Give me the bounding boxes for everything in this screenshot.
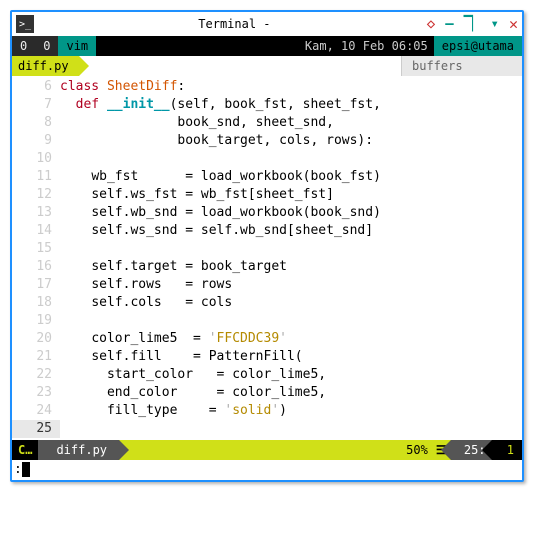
line-number: 7 <box>12 96 60 114</box>
vim-tabbar: diff.py buffers <box>12 56 522 76</box>
line-content <box>60 420 522 438</box>
code-line: 19 <box>12 312 522 330</box>
terminal-window: >_ Terminal - ◇ — ▔▏ ▾ ✕ 0 0 vim Kam, 10… <box>10 10 524 482</box>
line-number: 15 <box>12 240 60 258</box>
code-line: 7 def __init__(self, book_fst, sheet_fst… <box>12 96 522 114</box>
code-line: 9 book_target, cols, rows): <box>12 132 522 150</box>
tab-buffers[interactable]: buffers <box>401 56 522 76</box>
command-prompt: : <box>14 462 22 477</box>
code-line: 8 book_snd, sheet_snd, <box>12 114 522 132</box>
line-number: 19 <box>12 312 60 330</box>
status-date: Kam, 10 Feb 06:05 <box>96 36 434 56</box>
line-content <box>60 312 522 330</box>
line-content: book_target, cols, rows): <box>60 132 522 150</box>
window-title: Terminal - <box>42 17 427 31</box>
line-number: 25 <box>12 420 60 438</box>
code-line: 18 self.cols = cols <box>12 294 522 312</box>
line-number: 11 <box>12 168 60 186</box>
status-user: epsi@utama <box>434 36 522 56</box>
code-line: 14 self.ws_snd = self.wb_snd[sheet_snd] <box>12 222 522 240</box>
code-line: 11 wb_fst = load_workbook(book_fst) <box>12 168 522 186</box>
code-line: 17 self.rows = rows <box>12 276 522 294</box>
line-number: 20 <box>12 330 60 348</box>
code-line: 16 self.target = book_target <box>12 258 522 276</box>
code-line: 6class SheetDiff: <box>12 78 522 96</box>
line-number: 12 <box>12 186 60 204</box>
tmux-status-bar: 0 0 vim Kam, 10 Feb 06:05 epsi@utama <box>12 36 522 56</box>
vim-statusline: C… diff.py 50% ☰ 25: 1 <box>12 440 522 460</box>
line-content: self.rows = rows <box>60 276 522 294</box>
close-icon[interactable]: ✕ <box>509 15 518 33</box>
line-number: 6 <box>12 78 60 96</box>
status-col: 1 <box>492 440 522 460</box>
code-line: 10 <box>12 150 522 168</box>
line-content: start_color = color_lime5, <box>60 366 522 384</box>
line-number: 22 <box>12 366 60 384</box>
code-line: 24 fill_type = 'solid') <box>12 402 522 420</box>
code-area[interactable]: 6class SheetDiff:7 def __init__(self, bo… <box>12 76 522 440</box>
line-content: self.fill = PatternFill( <box>60 348 522 366</box>
status-app: vim <box>58 36 96 56</box>
line-content <box>60 150 522 168</box>
line-content: self.ws_snd = self.wb_snd[sheet_snd] <box>60 222 522 240</box>
code-line: 13 self.wb_snd = load_workbook(book_snd) <box>12 204 522 222</box>
command-line[interactable]: : <box>12 460 522 480</box>
status-percent: 50% <box>402 440 432 460</box>
line-number: 18 <box>12 294 60 312</box>
status-mode: C… <box>12 440 38 460</box>
line-content: end_color = color_lime5, <box>60 384 522 402</box>
line-content: def __init__(self, book_fst, sheet_fst, <box>60 96 522 114</box>
shade-icon[interactable]: ▾ <box>491 16 499 32</box>
line-number: 14 <box>12 222 60 240</box>
line-content <box>60 240 522 258</box>
code-line: 12 self.ws_fst = wb_fst[sheet_fst] <box>12 186 522 204</box>
code-line: 20 color_lime5 = 'FFCDDC39' <box>12 330 522 348</box>
line-content: class SheetDiff: <box>60 78 522 96</box>
line-content: self.ws_fst = wb_fst[sheet_fst] <box>60 186 522 204</box>
code-line: 15 <box>12 240 522 258</box>
status-seg-1: 0 <box>35 36 58 56</box>
line-number: 23 <box>12 384 60 402</box>
line-number: 9 <box>12 132 60 150</box>
cursor <box>22 462 30 477</box>
line-number: 21 <box>12 348 60 366</box>
line-content: wb_fst = load_workbook(book_fst) <box>60 168 522 186</box>
line-number: 16 <box>12 258 60 276</box>
code-line: 25 <box>12 420 522 438</box>
titlebar: >_ Terminal - ◇ — ▔▏ ▾ ✕ <box>12 12 522 36</box>
maximize-icon[interactable]: ▔▏ <box>464 16 481 32</box>
terminal-body[interactable]: 0 0 vim Kam, 10 Feb 06:05 epsi@utama dif… <box>12 36 522 480</box>
minimize-icon[interactable]: — <box>445 16 453 32</box>
line-content: self.cols = cols <box>60 294 522 312</box>
line-content: book_snd, sheet_snd, <box>60 114 522 132</box>
code-line: 21 self.fill = PatternFill( <box>12 348 522 366</box>
line-content: fill_type = 'solid') <box>60 402 522 420</box>
tab-spacer <box>79 56 401 76</box>
code-line: 22 start_color = color_lime5, <box>12 366 522 384</box>
line-content: self.target = book_target <box>60 258 522 276</box>
roll-up-icon[interactable]: ◇ <box>427 16 435 32</box>
tab-active[interactable]: diff.py <box>12 56 79 76</box>
status-file: diff.py <box>38 440 119 460</box>
status-seg-0: 0 <box>12 36 35 56</box>
code-line: 23 end_color = color_lime5, <box>12 384 522 402</box>
line-number: 13 <box>12 204 60 222</box>
window-controls: ◇ — ▔▏ ▾ ✕ <box>427 15 518 33</box>
line-number: 24 <box>12 402 60 420</box>
line-content: self.wb_snd = load_workbook(book_snd) <box>60 204 522 222</box>
line-number: 8 <box>12 114 60 132</box>
line-number: 10 <box>12 150 60 168</box>
terminal-icon: >_ <box>16 15 34 33</box>
line-content: color_lime5 = 'FFCDDC39' <box>60 330 522 348</box>
line-number: 17 <box>12 276 60 294</box>
